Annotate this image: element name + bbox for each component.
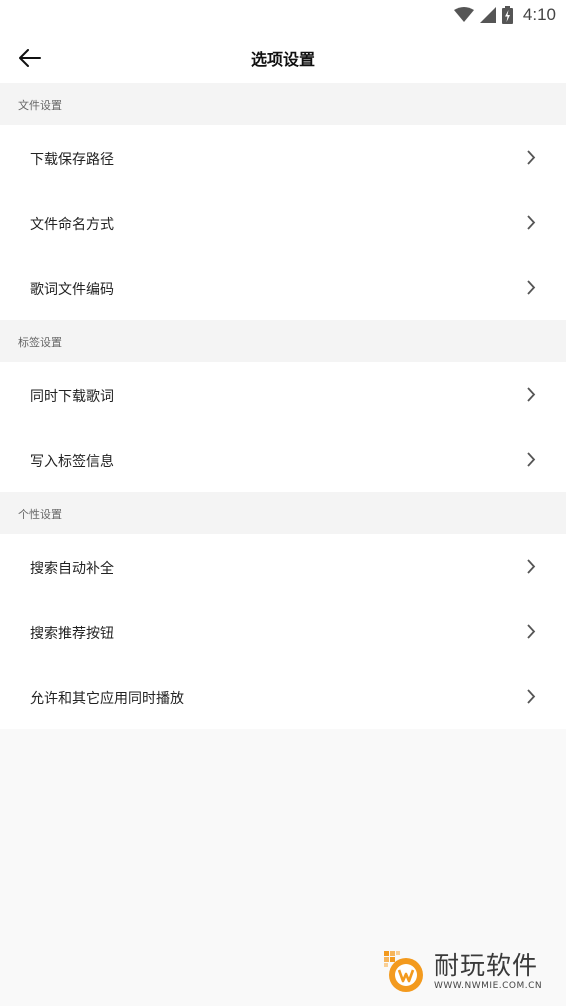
watermark-url: WWW.NWMIE.COM.CN <box>434 981 543 991</box>
battery-charging-icon <box>501 6 513 24</box>
setting-item-write-tags[interactable]: 写入标签信息 <box>0 427 566 492</box>
settings-screen: 4:10 选项设置 文件设置 下载保存路径 文件命名方式 歌词文件编码 标签设置… <box>0 0 566 1006</box>
chevron-right-icon <box>527 215 536 230</box>
section-header-file: 文件设置 <box>0 83 566 125</box>
wifi-icon <box>453 7 474 22</box>
chevron-right-icon <box>527 150 536 165</box>
section-title: 标签设置 <box>18 336 62 349</box>
app-bar: 选项设置 <box>0 30 566 83</box>
section-header-personal: 个性设置 <box>0 492 566 534</box>
chevron-right-icon <box>527 452 536 467</box>
setting-item-label: 写入标签信息 <box>30 454 114 470</box>
watermark: 耐玩软件 WWW.NWMIE.COM.CN <box>380 945 556 997</box>
cell-signal-icon <box>479 7 496 23</box>
logo-icon <box>384 951 423 992</box>
setting-item-label: 搜索自动补全 <box>30 561 114 577</box>
watermark-text: 耐玩软件 WWW.NWMIE.COM.CN <box>434 951 542 991</box>
status-time: 4:10 <box>522 5 556 24</box>
page-title: 选项设置 <box>250 50 315 69</box>
chevron-right-icon <box>527 559 536 574</box>
chevron-right-icon <box>527 387 536 402</box>
setting-item-label: 歌词文件编码 <box>30 282 114 298</box>
setting-item-label: 搜索推荐按钮 <box>30 626 114 642</box>
setting-item-download-path[interactable]: 下载保存路径 <box>0 125 566 190</box>
status-bar: 4:10 <box>0 0 566 30</box>
chevron-right-icon <box>527 689 536 704</box>
setting-item-concurrent-playback[interactable]: 允许和其它应用同时播放 <box>0 664 566 729</box>
section-title: 文件设置 <box>18 99 62 112</box>
chevron-right-icon <box>527 624 536 639</box>
status-icons: 4:10 <box>453 4 556 26</box>
setting-item-label: 文件命名方式 <box>30 217 114 233</box>
watermark-title: 耐玩软件 <box>434 951 539 980</box>
setting-item-label: 同时下载歌词 <box>30 389 114 405</box>
setting-item-file-naming[interactable]: 文件命名方式 <box>0 190 566 255</box>
chevron-right-icon <box>527 280 536 295</box>
section-title: 个性设置 <box>18 508 62 521</box>
setting-item-download-lyrics[interactable]: 同时下载歌词 <box>0 362 566 427</box>
setting-item-search-autocomplete[interactable]: 搜索自动补全 <box>0 534 566 599</box>
section-header-tags: 标签设置 <box>0 320 566 362</box>
setting-item-label: 允许和其它应用同时播放 <box>30 691 184 707</box>
setting-item-label: 下载保存路径 <box>30 152 114 168</box>
setting-item-search-recommend[interactable]: 搜索推荐按钮 <box>0 599 566 664</box>
setting-item-lyrics-encoding[interactable]: 歌词文件编码 <box>0 255 566 320</box>
